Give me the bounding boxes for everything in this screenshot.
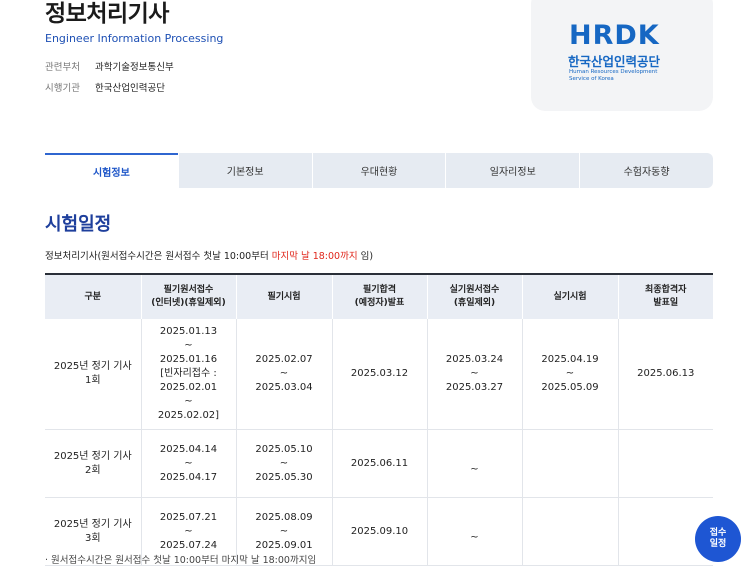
table-cell: ~ [426, 429, 522, 498]
table-cell: 2025.05.10 ~ 2025.05.30 [235, 429, 332, 498]
table-cell: 2025.04.19 ~ 2025.05.09 [521, 319, 618, 430]
col-header: 최종합격자 발표일 [617, 273, 713, 319]
notice-prefix: 정보처리기사(원서접수시간은 원서접수 첫날 10:00부터 [45, 251, 272, 262]
col-header: 실기원서접수 (휴일제외) [426, 273, 522, 319]
col-header: 필기시험 [235, 273, 332, 319]
ministry-key: 관련부처 [45, 62, 80, 73]
col-header: 필기합격 (예정자)발표 [331, 273, 427, 319]
agency-key: 시행기관 [45, 83, 80, 94]
exam-schedule-table: 구분 필기원서접수 (인터넷)(휴일제외) 필기시험 필기합격 (예정자)발표 … [45, 273, 713, 566]
ministry-value: 과학기술정보통신부 [95, 62, 174, 73]
page-subtitle: Engineer Information Processing [45, 32, 224, 45]
agency-row: 시행기관 한국산업인력공단 [45, 80, 165, 94]
logo-mark: HRDK [569, 20, 660, 51]
table-cell: 2025.06.13 [617, 319, 713, 430]
table-cell: 2025.03.12 [331, 319, 427, 430]
apply-button-line2: 일정 [709, 539, 727, 549]
footnote: · 원서접수시간은 원서접수 첫날 10:00부터 마지막 날 18:00까지임 [45, 555, 317, 566]
tab-preference[interactable]: 우대현황 [311, 153, 446, 188]
table-cell: 2025.04.14 ~ 2025.04.17 [140, 429, 236, 498]
logo-english-line2: Service of Korea [569, 76, 614, 82]
apply-schedule-button[interactable]: 접수 일정 [695, 516, 741, 562]
page-title: 정보처리기사 [45, 1, 169, 27]
ministry-row: 관련부처 과학기술정보통신부 [45, 59, 174, 73]
table-cell: 2025.03.24 ~ 2025.03.27 [426, 319, 522, 430]
table-cell [617, 429, 713, 498]
agency-logo: HRDK 한국산업인력공단 Human Resources Developmen… [531, 0, 713, 111]
apply-button-line1: 접수 [709, 528, 727, 538]
logo-korean: 한국산업인력공단 [568, 54, 661, 69]
tab-examinee-trends[interactable]: 수험자동향 [579, 153, 713, 188]
section-title: 시험일정 [45, 214, 112, 235]
logo-english-line1: Human Resources Development [569, 69, 658, 75]
table-cell [521, 429, 618, 498]
tab-bar: 시험정보 기본정보 우대현황 일자리정보 수험자동향 [45, 153, 713, 188]
col-header: 구분 [45, 273, 141, 319]
table-cell: ~ [426, 497, 522, 566]
notice-suffix: 임) [357, 251, 374, 262]
table-cell: 2025년 정기 기사 2회 [45, 429, 141, 498]
table-row: 2025년 정기 기사 1회 2025.01.13 ~ 2025.01.16 [… [45, 319, 713, 430]
table-row: 2025년 정기 기사 2회 2025.04.14 ~ 2025.04.17 2… [45, 429, 713, 498]
table-cell: 2025년 정기 기사 1회 [45, 319, 141, 430]
table-header-row: 구분 필기원서접수 (인터넷)(휴일제외) 필기시험 필기합격 (예정자)발표 … [45, 273, 713, 319]
logo-english: Human Resources Development Service of K… [569, 69, 657, 83]
table-cell: 2025.09.10 [331, 497, 427, 566]
table-cell: 2025.02.07 ~ 2025.03.04 [235, 319, 332, 430]
table-cell: 2025.06.11 [331, 429, 427, 498]
table-cell [521, 497, 618, 566]
tab-basic-info[interactable]: 기본정보 [177, 153, 312, 188]
tab-job-info[interactable]: 일자리정보 [445, 153, 580, 188]
table-cell: 2025.01.13 ~ 2025.01.16 [빈자리접수 : 2025.02… [140, 319, 236, 430]
col-header: 필기원서접수 (인터넷)(휴일제외) [140, 273, 236, 319]
tab-exam-info[interactable]: 시험정보 [45, 153, 178, 188]
col-header: 실기시험 [521, 273, 618, 319]
agency-value: 한국산업인력공단 [95, 83, 165, 94]
notice-deadline: 마지막 날 18:00까지 [271, 251, 358, 262]
schedule-notice: 정보처리기사(원서접수시간은 원서접수 첫날 10:00부터 마지막 날 18:… [45, 248, 373, 262]
